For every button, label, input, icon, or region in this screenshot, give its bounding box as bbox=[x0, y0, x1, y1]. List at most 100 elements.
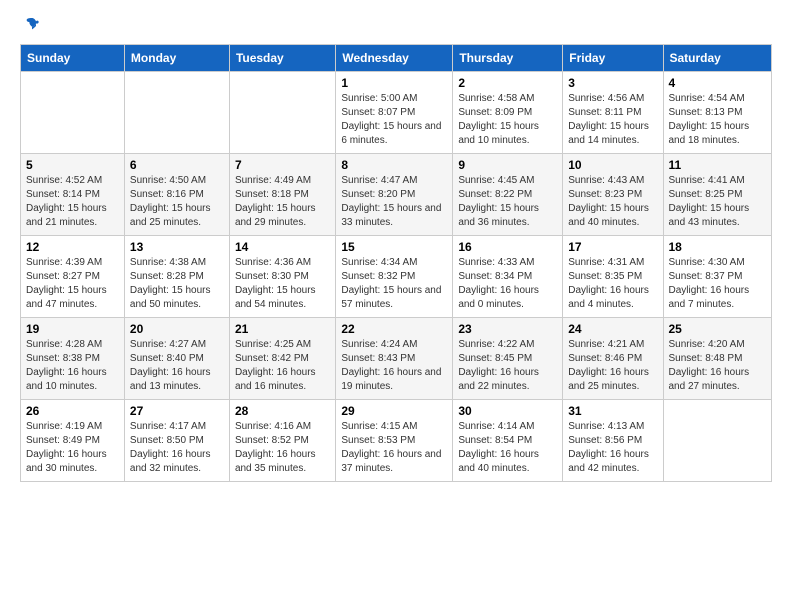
calendar-table: SundayMondayTuesdayWednesdayThursdayFrid… bbox=[20, 44, 772, 482]
day-info: Sunrise: 4:52 AMSunset: 8:14 PMDaylight:… bbox=[26, 174, 119, 230]
day-number: 21 bbox=[235, 322, 330, 336]
day-number: 29 bbox=[341, 404, 447, 418]
weekday-header-sunday: Sunday bbox=[21, 45, 125, 72]
day-number: 2 bbox=[458, 76, 557, 90]
day-info: Sunrise: 4:45 AMSunset: 8:22 PMDaylight:… bbox=[458, 174, 557, 230]
calendar-cell: 15Sunrise: 4:34 AMSunset: 8:32 PMDayligh… bbox=[336, 236, 453, 318]
day-info: Sunrise: 4:41 AMSunset: 8:25 PMDaylight:… bbox=[669, 174, 767, 230]
weekday-header-saturday: Saturday bbox=[663, 45, 772, 72]
calendar-cell: 3 Sunrise: 4:56 AMSunset: 8:11 PMDaylight… bbox=[563, 72, 663, 154]
day-number: 17 bbox=[568, 240, 657, 254]
calendar-cell: 18Sunrise: 4:30 AMSunset: 8:37 PMDayligh… bbox=[663, 236, 772, 318]
day-number: 22 bbox=[341, 322, 447, 336]
day-number: 9 bbox=[458, 158, 557, 172]
day-info: Sunrise: 4:49 AMSunset: 8:18 PMDaylight:… bbox=[235, 174, 330, 230]
logo bbox=[20, 16, 42, 32]
day-number: 1 bbox=[341, 76, 447, 90]
day-info: Sunrise: 4:21 AMSunset: 8:46 PMDaylight:… bbox=[568, 338, 657, 394]
calendar-cell: 30 Sunrise: 4:14 AMSunset: 8:54 PMDayligh… bbox=[453, 400, 563, 482]
day-number: 10 bbox=[568, 158, 657, 172]
day-number: 19 bbox=[26, 322, 119, 336]
day-number: 16 bbox=[458, 240, 557, 254]
calendar-week-5: 26Sunrise: 4:19 AMSunset: 8:49 PMDayligh… bbox=[21, 400, 772, 482]
day-number: 7 bbox=[235, 158, 330, 172]
calendar-cell: 28 Sunrise: 4:16 AMSunset: 8:52 PMDayligh… bbox=[229, 400, 335, 482]
day-info: Sunrise: 4:16 AMSunset: 8:52 PMDaylight:… bbox=[235, 420, 330, 476]
day-number: 27 bbox=[130, 404, 224, 418]
day-info: Sunrise: 4:28 AMSunset: 8:38 PMDaylight:… bbox=[26, 338, 119, 394]
calendar-cell: 29 Sunrise: 4:15 AMSunset: 8:53 PMDayligh… bbox=[336, 400, 453, 482]
weekday-header-friday: Friday bbox=[563, 45, 663, 72]
calendar-cell: 31Sunrise: 4:13 AMSunset: 8:56 PMDayligh… bbox=[563, 400, 663, 482]
calendar-cell: 2 Sunrise: 4:58 AMSunset: 8:09 PMDaylight… bbox=[453, 72, 563, 154]
day-number: 11 bbox=[669, 158, 767, 172]
calendar-cell: 1 Sunrise: 5:00 AMSunset: 8:07 PMDaylight… bbox=[336, 72, 453, 154]
calendar-cell: 9 Sunrise: 4:45 AMSunset: 8:22 PMDaylight… bbox=[453, 154, 563, 236]
day-number: 28 bbox=[235, 404, 330, 418]
calendar-cell bbox=[21, 72, 125, 154]
day-number: 13 bbox=[130, 240, 224, 254]
calendar-week-2: 5 Sunrise: 4:52 AMSunset: 8:14 PMDaylight… bbox=[21, 154, 772, 236]
day-info: Sunrise: 4:39 AMSunset: 8:27 PMDaylight:… bbox=[26, 256, 119, 312]
calendar-cell: 26Sunrise: 4:19 AMSunset: 8:49 PMDayligh… bbox=[21, 400, 125, 482]
day-info: Sunrise: 4:47 AMSunset: 8:20 PMDaylight:… bbox=[341, 174, 447, 230]
day-info: Sunrise: 4:58 AMSunset: 8:09 PMDaylight:… bbox=[458, 92, 557, 148]
day-info: Sunrise: 4:33 AMSunset: 8:34 PMDaylight:… bbox=[458, 256, 557, 312]
calendar-week-4: 19 Sunrise: 4:28 AMSunset: 8:38 PMDayligh… bbox=[21, 318, 772, 400]
day-number: 3 bbox=[568, 76, 657, 90]
day-number: 30 bbox=[458, 404, 557, 418]
calendar-cell: 14 Sunrise: 4:36 AMSunset: 8:30 PMDayligh… bbox=[229, 236, 335, 318]
calendar-cell: 16 Sunrise: 4:33 AMSunset: 8:34 PMDayligh… bbox=[453, 236, 563, 318]
calendar-cell: 7 Sunrise: 4:49 AMSunset: 8:18 PMDaylight… bbox=[229, 154, 335, 236]
day-info: Sunrise: 4:54 AMSunset: 8:13 PMDaylight:… bbox=[669, 92, 767, 148]
page-header bbox=[20, 16, 772, 32]
weekday-header-row: SundayMondayTuesdayWednesdayThursdayFrid… bbox=[21, 45, 772, 72]
calendar-week-1: 1 Sunrise: 5:00 AMSunset: 8:07 PMDaylight… bbox=[21, 72, 772, 154]
calendar-cell bbox=[124, 72, 229, 154]
day-info: Sunrise: 4:17 AMSunset: 8:50 PMDaylight:… bbox=[130, 420, 224, 476]
calendar-cell: 13 Sunrise: 4:38 AMSunset: 8:28 PMDayligh… bbox=[124, 236, 229, 318]
calendar-cell: 11 Sunrise: 4:41 AMSunset: 8:25 PMDayligh… bbox=[663, 154, 772, 236]
day-number: 23 bbox=[458, 322, 557, 336]
day-info: Sunrise: 4:15 AMSunset: 8:53 PMDaylight:… bbox=[341, 420, 447, 476]
day-number: 18 bbox=[669, 240, 767, 254]
calendar-cell bbox=[229, 72, 335, 154]
day-number: 8 bbox=[341, 158, 447, 172]
calendar-cell: 23Sunrise: 4:22 AMSunset: 8:45 PMDayligh… bbox=[453, 318, 563, 400]
day-info: Sunrise: 4:27 AMSunset: 8:40 PMDaylight:… bbox=[130, 338, 224, 394]
day-number: 12 bbox=[26, 240, 119, 254]
day-info: Sunrise: 4:36 AMSunset: 8:30 PMDaylight:… bbox=[235, 256, 330, 312]
day-number: 20 bbox=[130, 322, 224, 336]
calendar-cell: 27 Sunrise: 4:17 AMSunset: 8:50 PMDayligh… bbox=[124, 400, 229, 482]
weekday-header-monday: Monday bbox=[124, 45, 229, 72]
day-number: 24 bbox=[568, 322, 657, 336]
day-number: 14 bbox=[235, 240, 330, 254]
calendar-week-3: 12 Sunrise: 4:39 AMSunset: 8:27 PMDayligh… bbox=[21, 236, 772, 318]
day-info: Sunrise: 4:56 AMSunset: 8:11 PMDaylight:… bbox=[568, 92, 657, 148]
day-info: Sunrise: 4:20 AMSunset: 8:48 PMDaylight:… bbox=[669, 338, 767, 394]
day-info: Sunrise: 5:00 AMSunset: 8:07 PMDaylight:… bbox=[341, 92, 447, 148]
day-info: Sunrise: 4:25 AMSunset: 8:42 PMDaylight:… bbox=[235, 338, 330, 394]
calendar-cell: 24 Sunrise: 4:21 AMSunset: 8:46 PMDayligh… bbox=[563, 318, 663, 400]
logo-bird-icon bbox=[24, 16, 40, 32]
calendar-cell: 10Sunrise: 4:43 AMSunset: 8:23 PMDayligh… bbox=[563, 154, 663, 236]
calendar-cell: 20 Sunrise: 4:27 AMSunset: 8:40 PMDayligh… bbox=[124, 318, 229, 400]
calendar-cell bbox=[663, 400, 772, 482]
day-number: 31 bbox=[568, 404, 657, 418]
calendar-cell: 12 Sunrise: 4:39 AMSunset: 8:27 PMDayligh… bbox=[21, 236, 125, 318]
day-info: Sunrise: 4:31 AMSunset: 8:35 PMDaylight:… bbox=[568, 256, 657, 312]
calendar-cell: 4Sunrise: 4:54 AMSunset: 8:13 PMDaylight… bbox=[663, 72, 772, 154]
calendar-cell: 5 Sunrise: 4:52 AMSunset: 8:14 PMDaylight… bbox=[21, 154, 125, 236]
day-info: Sunrise: 4:38 AMSunset: 8:28 PMDaylight:… bbox=[130, 256, 224, 312]
weekday-header-thursday: Thursday bbox=[453, 45, 563, 72]
weekday-header-tuesday: Tuesday bbox=[229, 45, 335, 72]
day-info: Sunrise: 4:24 AMSunset: 8:43 PMDaylight:… bbox=[341, 338, 447, 394]
day-number: 5 bbox=[26, 158, 119, 172]
day-number: 6 bbox=[130, 158, 224, 172]
weekday-header-wednesday: Wednesday bbox=[336, 45, 453, 72]
calendar-cell: 17 Sunrise: 4:31 AMSunset: 8:35 PMDayligh… bbox=[563, 236, 663, 318]
day-info: Sunrise: 4:14 AMSunset: 8:54 PMDaylight:… bbox=[458, 420, 557, 476]
day-number: 25 bbox=[669, 322, 767, 336]
calendar-cell: 21 Sunrise: 4:25 AMSunset: 8:42 PMDayligh… bbox=[229, 318, 335, 400]
calendar-cell: 6Sunrise: 4:50 AMSunset: 8:16 PMDaylight… bbox=[124, 154, 229, 236]
